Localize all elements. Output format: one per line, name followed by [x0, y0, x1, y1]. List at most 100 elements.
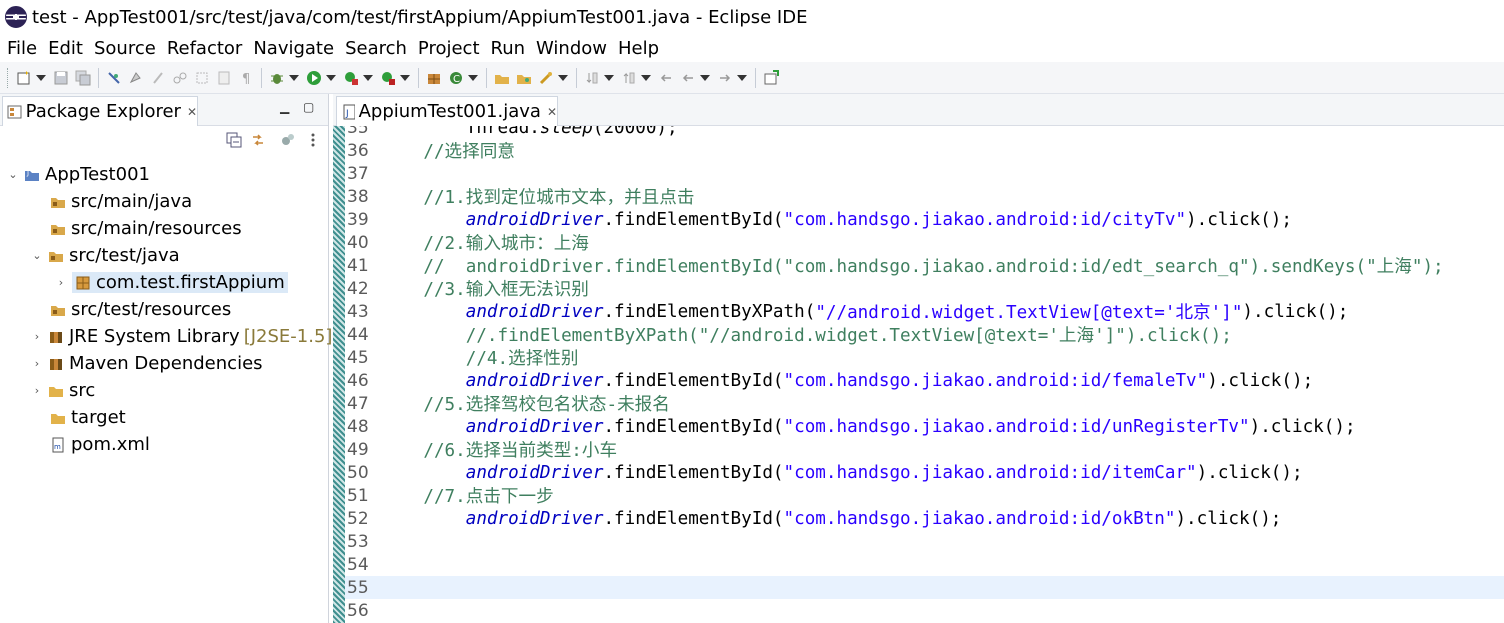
tree-item-maven-dependencies[interactable]: › Maven Dependencies	[32, 350, 263, 377]
code-line[interactable]: 40 //2.输入城市：上海	[345, 231, 1504, 255]
code-line[interactable]: 48 androidDriver .findElementById("com.ha…	[345, 415, 1504, 438]
chevron-right-icon[interactable]: ›	[32, 357, 42, 370]
external-tools-dropdown-icon[interactable]	[400, 74, 410, 81]
new-class-dropdown-icon[interactable]	[468, 74, 478, 81]
code-line[interactable]: 49 //6.选择当前类型:小车	[345, 438, 1504, 462]
code-line[interactable]: 54	[345, 553, 1504, 576]
menu-window[interactable]: Window	[536, 38, 607, 59]
back-dropdown-icon[interactable]	[700, 74, 710, 81]
menu-project[interactable]: Project	[418, 38, 480, 59]
code-line[interactable]: 55	[345, 576, 1504, 599]
link-with-editor-icon[interactable]	[250, 132, 266, 148]
block-selection-icon[interactable]	[193, 69, 211, 87]
chevron-right-icon[interactable]: ›	[56, 276, 66, 289]
menu-edit[interactable]: Edit	[48, 38, 83, 59]
coverage-dropdown-icon[interactable]	[363, 74, 373, 81]
tree-item-src-test-resources[interactable]: src/test/resources	[50, 296, 231, 323]
link-icon[interactable]	[171, 69, 189, 87]
run-icon[interactable]	[305, 69, 323, 87]
tab-appiumtest001-java[interactable]: J AppiumTest001.java ✕	[336, 96, 558, 126]
previous-annotation-dropdown-icon[interactable]	[641, 74, 651, 81]
new-dropdown-icon[interactable]	[36, 74, 46, 81]
chevron-right-icon[interactable]: ›	[32, 384, 42, 397]
tree-item-com-test-firstappium[interactable]: › com.test.firstAppium	[56, 269, 288, 296]
next-annotation-icon[interactable]	[583, 69, 601, 87]
view-menu-icon[interactable]	[310, 132, 316, 148]
code-line[interactable]: 50 androidDriver .findElementById("com.ha…	[345, 461, 1504, 484]
tree-item-src-test-java[interactable]: ⌄ src/test/java	[32, 242, 179, 269]
debug-icon[interactable]	[268, 69, 286, 87]
edit-icon[interactable]	[149, 69, 167, 87]
code-line[interactable]: 36 //选择同意	[345, 139, 1504, 163]
chevron-down-icon[interactable]: ⌄	[32, 249, 42, 262]
tab-package-explorer[interactable]: Package Explorer ✕	[2, 96, 198, 126]
tree-item-src-main-resources[interactable]: src/main/resources	[50, 215, 242, 242]
forward-dropdown-icon[interactable]	[737, 74, 747, 81]
focus-icon[interactable]	[280, 132, 296, 148]
code-line[interactable]: 56	[345, 599, 1504, 622]
open-perspective-icon[interactable]	[762, 69, 780, 87]
close-icon[interactable]: ✕	[547, 105, 557, 119]
code-line[interactable]: 45 //4.选择性别	[345, 346, 1504, 370]
menu-source[interactable]: Source	[94, 38, 156, 59]
back-icon[interactable]	[679, 69, 697, 87]
menu-help[interactable]: Help	[618, 38, 659, 59]
code-line[interactable]: 35 Thread. sleep (20000);	[345, 126, 1504, 139]
code-line[interactable]: 43 androidDriver .findElementByXPath("//a…	[345, 300, 1504, 324]
code-line[interactable]: 41 // androidDriver.findElementById("com…	[345, 254, 1504, 278]
show-whitespace-icon[interactable]: ¶	[237, 69, 255, 87]
save-icon[interactable]	[52, 69, 70, 87]
previous-annotation-icon[interactable]	[620, 69, 638, 87]
tree-item-src-main-java[interactable]: src/main/java	[50, 188, 192, 215]
chevron-down-icon[interactable]: ⌄	[8, 168, 18, 181]
close-icon[interactable]: ✕	[187, 105, 197, 119]
open-task-icon[interactable]	[515, 69, 533, 87]
forward-icon[interactable]	[716, 69, 734, 87]
code-line[interactable]: 38 //1.找到定位城市文本，并且点击	[345, 185, 1504, 209]
code-line[interactable]: 44 //.findElementByXPath("//android.widg…	[345, 323, 1504, 347]
search-dropdown-icon[interactable]	[558, 74, 568, 81]
skip-breakpoints-icon[interactable]	[105, 69, 123, 87]
folder-icon	[49, 386, 63, 397]
menu-search[interactable]: Search	[345, 38, 407, 59]
collapse-all-icon[interactable]	[226, 132, 242, 148]
menu-navigate[interactable]: Navigate	[253, 38, 334, 59]
tree-item-apptest001[interactable]: ⌄ J AppTest001	[8, 161, 150, 188]
code-line[interactable]: 52 androidDriver .findElementById("com.ha…	[345, 507, 1504, 530]
minimize-icon[interactable]: ▁	[280, 100, 289, 114]
new-java-package-icon[interactable]	[425, 69, 443, 87]
last-edit-location-icon[interactable]	[657, 69, 675, 87]
code-line[interactable]: 37	[345, 162, 1504, 185]
external-tools-icon[interactable]	[379, 69, 397, 87]
line-number: 40	[347, 232, 369, 253]
code-line[interactable]: 53	[345, 530, 1504, 553]
toolbar-grip[interactable]	[7, 67, 10, 88]
word-wrap-icon[interactable]	[215, 69, 233, 87]
tree-item-jre-system-library[interactable]: › JRE System Library [J2SE-1.5]	[32, 323, 333, 350]
code-line[interactable]: 42 //3.输入框无法识别	[345, 277, 1504, 301]
tree-item-target[interactable]: target	[50, 404, 126, 431]
search-icon[interactable]	[537, 69, 555, 87]
open-type-icon[interactable]	[493, 69, 511, 87]
code-line[interactable]: 46 androidDriver .findElementById("com.ha…	[345, 369, 1504, 392]
code-line[interactable]: 39 androidDriver .findElementById("com.ha…	[345, 208, 1504, 231]
new-java-class-icon[interactable]: C	[447, 69, 465, 87]
tree-item-src[interactable]: › src	[32, 377, 95, 404]
tree-item-pom-xml[interactable]: m pom.xml	[50, 431, 150, 458]
save-all-icon[interactable]	[74, 69, 92, 87]
menu-run[interactable]: Run	[491, 38, 526, 59]
code-line[interactable]: 47 //5.选择驾校包名状态-未报名	[345, 392, 1504, 416]
code-line[interactable]: 51 //7.点击下一步	[345, 484, 1504, 508]
debug-dropdown-icon[interactable]	[289, 74, 299, 81]
run-dropdown-icon[interactable]	[326, 74, 336, 81]
maximize-icon[interactable]: ▢	[303, 100, 314, 114]
code-area[interactable]: 35 Thread. sleep (20000); 36 //选择同意 37 38 //1…	[333, 126, 1504, 623]
toggle-mark-occurrences-icon[interactable]	[127, 69, 145, 87]
next-annotation-dropdown-icon[interactable]	[604, 74, 614, 81]
chevron-right-icon[interactable]: ›	[32, 330, 42, 343]
new-icon[interactable]	[15, 69, 33, 87]
menu-file[interactable]: File	[7, 38, 37, 59]
menu-refactor[interactable]: Refactor	[167, 38, 243, 59]
coverage-icon[interactable]	[342, 69, 360, 87]
